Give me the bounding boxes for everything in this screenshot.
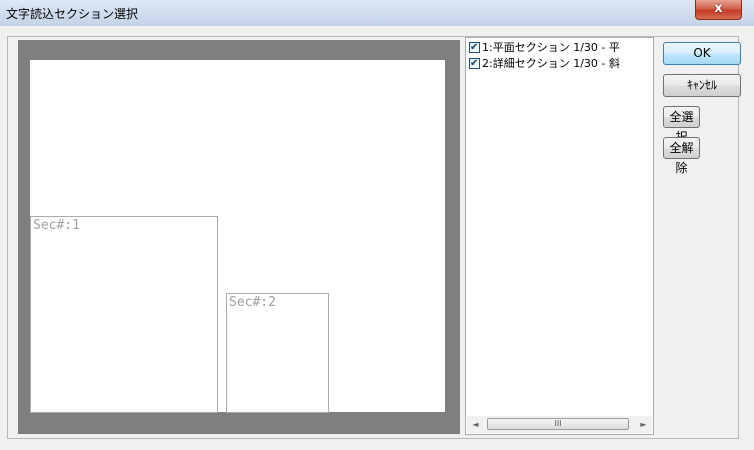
deselect-all-button[interactable]: 全解除 [663,137,700,175]
scroll-left-icon[interactable]: ◄ [467,416,484,433]
list-item[interactable]: 2:詳細セクション 1/30 - 斜 [469,56,620,72]
ok-button[interactable]: OK [663,42,741,65]
section-2-label: Sec#:2 [229,295,276,310]
title-bar: 文字読込セクション選択 x [0,0,754,26]
list-item-label: 1:平面セクション 1/30 - 平 [482,41,620,54]
close-button[interactable]: x [695,0,742,20]
section-1-box[interactable]: Sec#:1 [30,216,218,413]
cancel-button[interactable]: ｷｬﾝｾﾙ [663,74,741,97]
select-all-button[interactable]: 全選択 [663,106,700,144]
window-title: 文字読込セクション選択 [6,7,139,21]
list-item-label: 2:詳細セクション 1/30 - 斜 [482,57,620,70]
dialog-body: Sec#:1 Sec#:2 1:平面セクション 1/30 - 平 2:詳細セクシ… [0,26,754,450]
preview-sheet: Sec#:1 Sec#:2 [30,60,445,413]
checkbox-checked-icon[interactable] [469,40,480,56]
section-1-label: Sec#:1 [33,218,80,233]
section-2-box[interactable]: Sec#:2 [226,293,329,413]
section-preview: Sec#:1 Sec#:2 [18,40,460,434]
close-icon: x [714,1,723,16]
scroll-thumb[interactable]: III [487,418,629,430]
section-list[interactable]: 1:平面セクション 1/30 - 平 2:詳細セクション 1/30 - 斜 ◄ … [465,37,654,435]
checkbox-checked-icon[interactable] [469,56,480,72]
horizontal-scrollbar[interactable]: ◄ III ► [467,416,652,433]
list-item[interactable]: 1:平面セクション 1/30 - 平 [469,40,620,56]
scroll-right-icon[interactable]: ► [635,416,652,433]
